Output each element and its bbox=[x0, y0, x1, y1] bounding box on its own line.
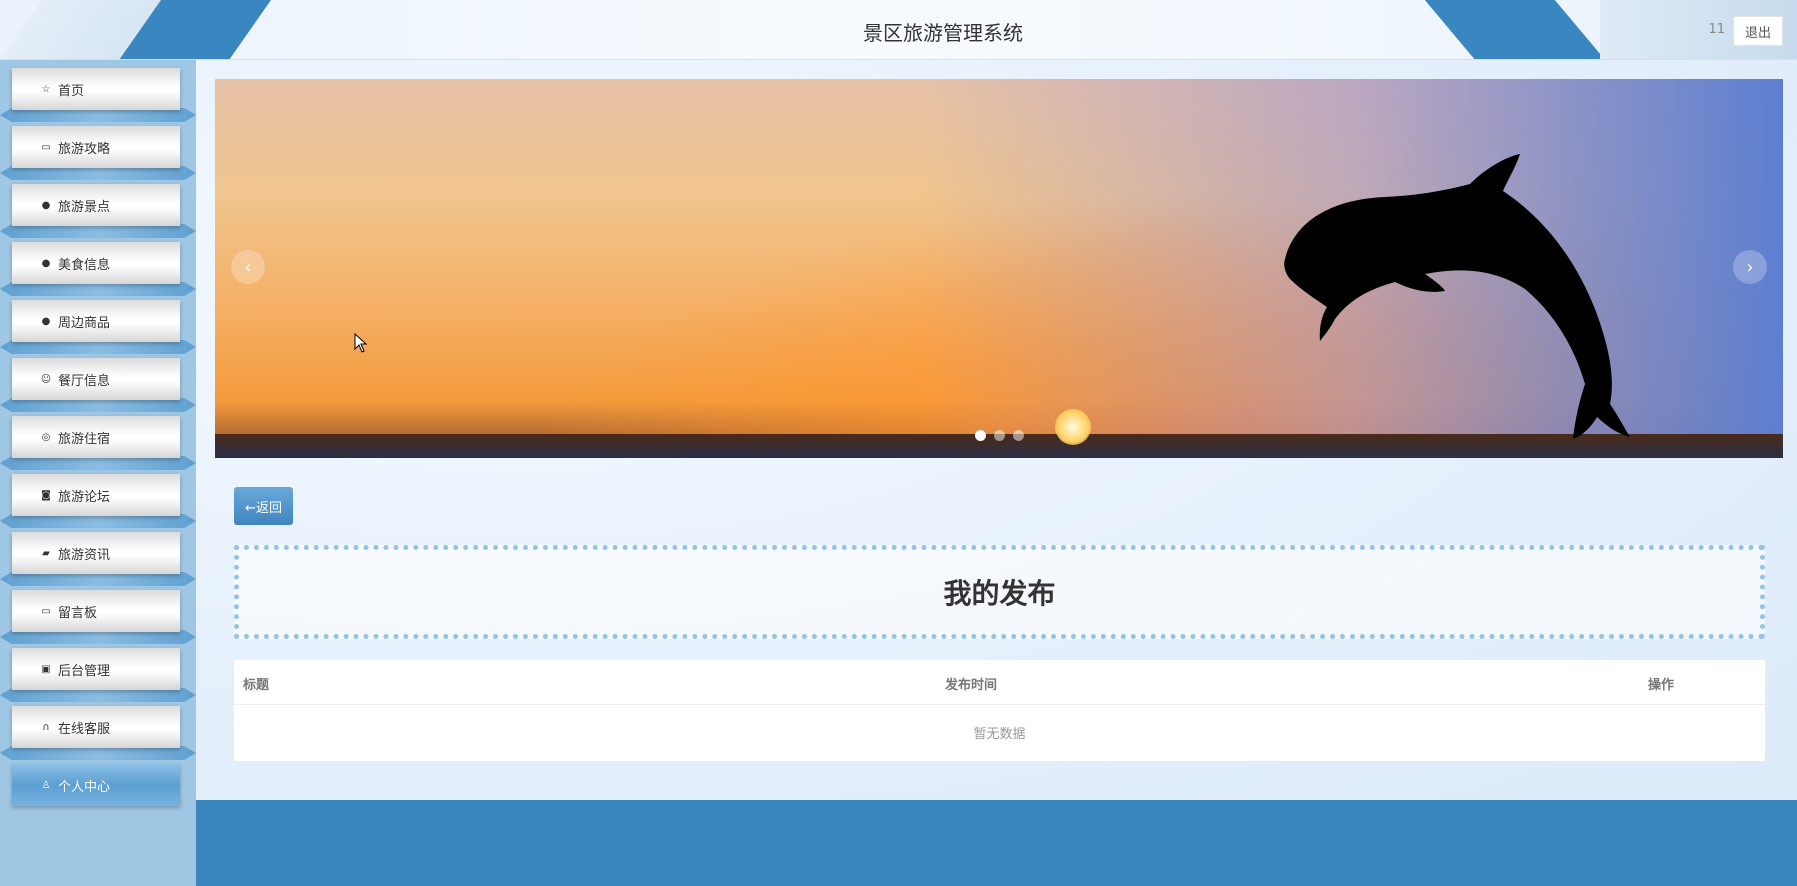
sidebar-item-label: 周边商品 bbox=[58, 315, 111, 331]
page-title-box: 我的发布 bbox=[234, 545, 1765, 639]
site-title: 景区旅游管理系统 bbox=[863, 21, 1023, 45]
sidebar-item-label: 个人中心 bbox=[58, 779, 111, 795]
dolphin-image bbox=[1284, 154, 1630, 439]
sidebar-item-label: 后台管理 bbox=[58, 663, 111, 679]
alert-circle-icon: ● bbox=[41, 199, 51, 211]
smile-icon: ☺ bbox=[40, 373, 52, 385]
sidebar-item-label: 旅游景点 bbox=[58, 199, 111, 215]
sidebar-item-food-info[interactable]: ● 美食信息 bbox=[12, 242, 180, 284]
sidebar-separator bbox=[0, 514, 196, 528]
sidebar-item-restaurant-info[interactable]: ☺ 餐厅信息 bbox=[12, 358, 180, 400]
sidebar-separator bbox=[0, 224, 196, 238]
sidebar-item-label: 留言板 bbox=[58, 605, 98, 621]
carousel-prev-button[interactable]: ‹ bbox=[231, 250, 265, 284]
headset-icon: ∩ bbox=[42, 721, 50, 733]
sidebar-separator bbox=[0, 572, 196, 586]
sidebar-separator bbox=[0, 166, 196, 180]
camera-icon: ◙ bbox=[41, 489, 51, 501]
sidebar-item-local-products[interactable]: ● 周边商品 bbox=[12, 300, 180, 342]
bag-icon: ▭ bbox=[41, 141, 51, 153]
page-title: 我的发布 bbox=[943, 577, 1056, 610]
sidebar-item-news[interactable]: ▰ 旅游资讯 bbox=[12, 532, 180, 574]
check-circle-icon: ◎ bbox=[41, 431, 51, 443]
sidebar-item-label: 旅游论坛 bbox=[58, 489, 111, 505]
video-icon: ▭ bbox=[41, 605, 51, 617]
user-icon: ♙ bbox=[41, 779, 51, 791]
sidebar-separator bbox=[0, 630, 196, 644]
back-button[interactable]: ←返回 bbox=[234, 487, 293, 525]
car-icon: ▰ bbox=[42, 547, 50, 559]
sidebar-separator bbox=[0, 398, 196, 412]
column-header-publish-time: 发布时间 bbox=[945, 678, 998, 693]
mouse-cursor-icon bbox=[354, 333, 368, 353]
sidebar-item-label: 旅游攻略 bbox=[58, 141, 111, 157]
info-circle-icon: ● bbox=[41, 315, 51, 327]
carousel-dot-1[interactable] bbox=[975, 430, 986, 441]
empty-state-text: 暂无数据 bbox=[973, 727, 1026, 742]
sidebar-item-label: 首页 bbox=[58, 83, 85, 99]
sidebar-separator bbox=[0, 456, 196, 470]
carousel-dot-2[interactable] bbox=[994, 430, 1005, 441]
sidebar-item-label: 旅游住宿 bbox=[58, 431, 111, 447]
sidebar-item-message-board[interactable]: ▭ 留言板 bbox=[12, 590, 180, 632]
sidebar-item-label: 餐厅信息 bbox=[58, 373, 111, 389]
sidebar-item-label: 旅游资讯 bbox=[58, 547, 111, 563]
briefcase-icon: ▣ bbox=[41, 663, 51, 675]
carousel-indicators bbox=[975, 430, 1024, 441]
sidebar-item-label: 美食信息 bbox=[58, 257, 111, 273]
column-header-actions: 操作 bbox=[1648, 678, 1675, 693]
sidebar-separator bbox=[0, 746, 196, 760]
question-circle-icon: ● bbox=[41, 257, 51, 269]
table-header-row: 标题 发布时间 操作 bbox=[234, 660, 1765, 705]
sidebar-item-travel-guide[interactable]: ▭ 旅游攻略 bbox=[12, 126, 180, 168]
sidebar-item-home[interactable]: ☆ 首页 bbox=[12, 68, 180, 110]
banner-carousel: ‹ › bbox=[215, 79, 1783, 458]
banner-sun bbox=[1055, 409, 1091, 445]
sidebar-item-personal-center[interactable]: ♙ 个人中心 bbox=[12, 764, 180, 806]
column-header-title: 标题 bbox=[243, 678, 270, 693]
username-label: 11 bbox=[1708, 22, 1725, 37]
sidebar-separator bbox=[0, 282, 196, 296]
sidebar-separator bbox=[0, 340, 196, 354]
sidebar-item-accommodation[interactable]: ◎ 旅游住宿 bbox=[12, 416, 180, 458]
sidebar-item-scenic-spots[interactable]: ● 旅游景点 bbox=[12, 184, 180, 226]
sidebar-item-label: 在线客服 bbox=[58, 721, 111, 737]
sidebar-item-customer-service[interactable]: ∩ 在线客服 bbox=[12, 706, 180, 748]
logout-button[interactable]: 退出 bbox=[1733, 16, 1783, 46]
carousel-dot-3[interactable] bbox=[1013, 430, 1024, 441]
sidebar: ☆ 首页 ▭ 旅游攻略 ● 旅游景点 ● 美食信息 ● 周边商品 ☺ 餐厅信息 … bbox=[0, 60, 196, 886]
sidebar-item-admin[interactable]: ▣ 后台管理 bbox=[12, 648, 180, 690]
carousel-next-button[interactable]: › bbox=[1733, 250, 1767, 284]
posts-table: 标题 发布时间 操作 暂无数据 bbox=[234, 660, 1765, 761]
sidebar-separator bbox=[0, 108, 196, 122]
footer bbox=[196, 800, 1797, 886]
sidebar-separator bbox=[0, 688, 196, 702]
top-header: 景区旅游管理系统 11 退出 bbox=[0, 0, 1797, 60]
star-icon: ☆ bbox=[41, 83, 51, 95]
sidebar-item-forum[interactable]: ◙ 旅游论坛 bbox=[12, 474, 180, 516]
